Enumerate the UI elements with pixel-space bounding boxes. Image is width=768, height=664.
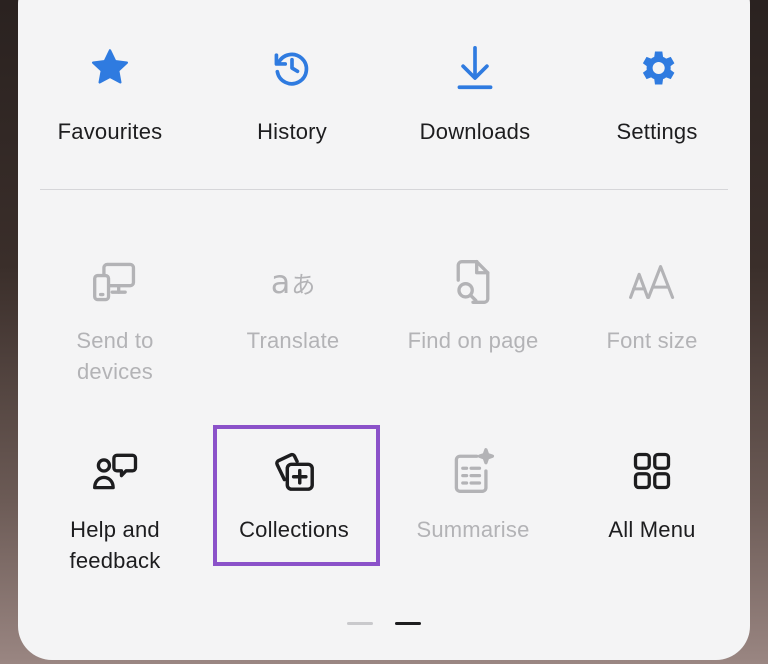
summarise-icon [450,445,496,497]
help-feedback-icon [91,445,139,497]
translate-label: Translate [246,328,340,353]
send-to-devices-icon [91,256,139,308]
gear-icon [635,42,679,94]
all-menu-icon [630,445,674,497]
history-button[interactable]: History [212,42,372,147]
downloads-label: Downloads [419,119,531,144]
all-menu-label: All Menu [608,517,696,542]
find-on-page-button[interactable]: Find on page [393,256,553,356]
summarise-label: Summarise [416,517,530,542]
section-divider [40,189,728,190]
favourites-label: Favourites [57,119,163,144]
history-icon [270,42,314,94]
help-feedback-label-line1: Help and [70,517,160,542]
settings-button[interactable]: Settings [577,42,737,147]
font-size-button[interactable]: Font size [572,256,732,356]
help-feedback-button[interactable]: Help and feedback [35,445,195,576]
page-indicator [0,622,768,626]
help-feedback-label-line2: feedback [69,548,161,573]
history-label: History [257,119,327,144]
all-menu-button[interactable]: All Menu [572,445,732,545]
translate-icon: aあ [270,263,316,301]
find-on-page-label: Find on page [407,328,539,353]
send-to-devices-button[interactable]: Send to devices [35,256,195,387]
page-dot-1[interactable] [347,622,373,625]
font-size-icon [628,256,676,308]
font-size-label: Font size [606,328,698,353]
downloads-button[interactable]: Downloads [395,42,555,147]
find-on-page-icon [452,256,494,308]
star-icon [87,42,133,94]
download-icon [453,42,497,94]
collections-highlight-box [213,425,380,566]
summarise-button[interactable]: Summarise [393,445,553,545]
settings-label: Settings [616,119,698,144]
page-dot-2[interactable] [395,622,421,625]
send-to-devices-label-line2: devices [77,359,153,384]
send-to-devices-label-line1: Send to [76,328,154,353]
favourites-button[interactable]: Favourites [30,42,190,147]
translate-button[interactable]: aあ Translate [213,256,373,356]
